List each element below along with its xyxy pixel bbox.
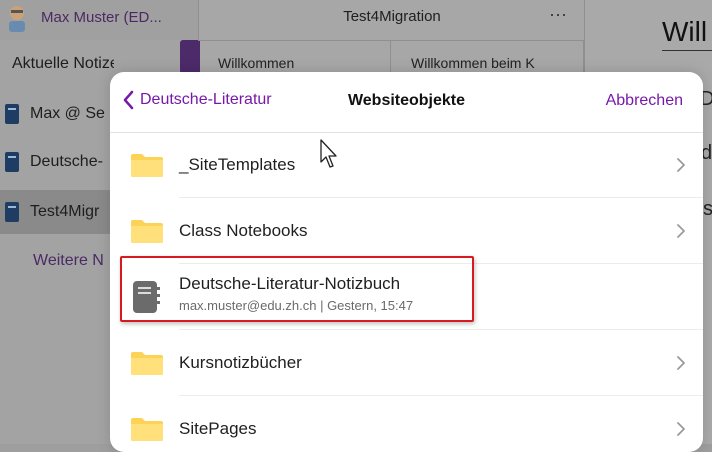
more-notebooks-link[interactable]: Weitere N bbox=[33, 252, 104, 270]
sidebar-item-recent-notes[interactable]: Aktuelle Notizen bbox=[0, 42, 114, 86]
list-item-kursnotizbuecher[interactable]: Kursnotizbücher bbox=[110, 330, 703, 396]
folder-icon bbox=[131, 418, 163, 441]
cancel-button[interactable]: Abbrechen bbox=[606, 92, 683, 110]
list-item-label: Kursnotizbücher bbox=[179, 353, 302, 372]
sidebar-item-label: Test4Migr bbox=[30, 203, 100, 220]
highlight-annotation bbox=[120, 256, 474, 322]
sidebar-item-notebook-deutsche[interactable]: Deutsche- bbox=[0, 140, 114, 184]
sidebar-item-notebook-max[interactable]: Max @ Se bbox=[0, 92, 114, 136]
page-title: Will bbox=[662, 16, 712, 51]
chevron-right-icon bbox=[677, 356, 685, 370]
list-item-label: Class Notebooks bbox=[179, 221, 308, 240]
sidebar-item-label: Deutsche- bbox=[30, 153, 103, 170]
chevron-right-icon bbox=[677, 158, 685, 172]
list-item-label: SitePages bbox=[179, 419, 257, 438]
user-name[interactable]: Max Muster (ED... bbox=[41, 9, 162, 26]
notebook-icon bbox=[5, 202, 19, 222]
avatar[interactable] bbox=[6, 4, 28, 32]
section-color-tab bbox=[180, 40, 200, 74]
chevron-right-icon bbox=[677, 224, 685, 238]
sidebar-item-label: Max @ Se bbox=[30, 105, 105, 122]
folder-icon bbox=[131, 154, 163, 177]
page-text-fragment: s bbox=[703, 198, 712, 220]
folder-icon bbox=[131, 220, 163, 243]
notebook-icon bbox=[5, 104, 19, 124]
notebook-title: Test4Migration bbox=[343, 8, 441, 25]
sidebar-item-label: Aktuelle Notizen bbox=[12, 55, 114, 72]
chevron-right-icon bbox=[677, 422, 685, 436]
list-item-class-notebooks[interactable]: Class Notebooks bbox=[110, 198, 703, 264]
notebook-icon bbox=[5, 152, 19, 172]
list-item-sitetemplates[interactable]: _SiteTemplates bbox=[110, 132, 703, 198]
list-item-label: _SiteTemplates bbox=[179, 155, 296, 174]
folder-icon bbox=[131, 352, 163, 375]
dialog-header: Deutsche-Literatur Websiteobjekte Abbrec… bbox=[110, 72, 703, 133]
mouse-pointer-icon bbox=[320, 139, 337, 168]
more-options-icon[interactable]: ··· bbox=[549, 4, 567, 25]
